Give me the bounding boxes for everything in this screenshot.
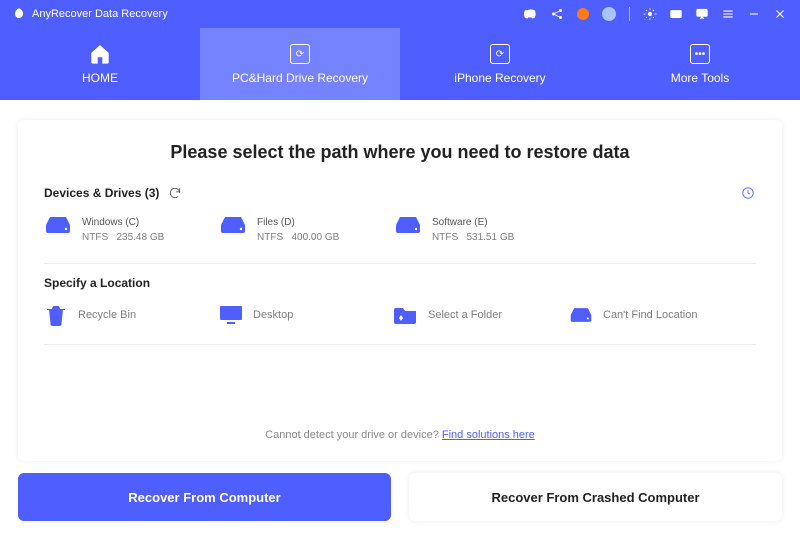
hard-drive-icon [219,215,247,235]
devices-section-header: Devices & Drives (3) [44,185,756,201]
tab-iphone-recovery[interactable]: ⟳ iPhone Recovery [400,28,600,100]
close-icon[interactable] [772,6,788,22]
app-logo-icon [12,7,26,21]
drive-name: Software (E) [432,215,514,230]
devices-section-title: Devices & Drives (3) [44,186,159,200]
drives-list: Windows (C) NTFS 235.48 GB Files (D) NTF… [44,201,756,263]
tab-home[interactable]: HOME [0,28,200,100]
page-headline: Please select the path where you need to… [44,142,756,163]
hint-link[interactable]: Find solutions here [442,429,535,441]
main-card: Please select the path where you need to… [18,120,782,461]
drive-info: Files (D) NTFS 400.00 GB [257,215,339,245]
hint-text: Cannot detect your drive or device? Find… [44,409,756,455]
tab-label: PC&Hard Drive Recovery [232,71,368,85]
location-select-folder[interactable]: Select a Folder [394,304,559,326]
content-area: Please select the path where you need to… [0,100,800,473]
drive-size: 531.51 GB [466,232,514,243]
drive-size: 400.00 GB [291,232,339,243]
recover-from-computer-button[interactable]: Recover From Computer [18,473,391,521]
drive-fs: NTFS [257,232,283,243]
locations-section-title: Specify a Location [44,276,756,290]
settings-gear-icon[interactable] [642,6,658,22]
tab-more-tools[interactable]: ••• More Tools [600,28,800,100]
history-icon[interactable] [740,185,756,201]
app-window: AnyRecover Data Recovery [0,0,800,535]
bottom-action-bar: Recover From Computer Recover From Crash… [0,473,800,535]
minimize-icon[interactable] [746,6,762,22]
location-desktop[interactable]: Desktop [219,304,384,326]
tab-label: iPhone Recovery [454,71,545,85]
drive-item-e[interactable]: Software (E) NTFS 531.51 GB [394,215,559,245]
desktop-icon [219,304,243,326]
drive-item-d[interactable]: Files (D) NTFS 400.00 GB [219,215,384,245]
drive-fs: NTFS [82,232,108,243]
home-icon [89,43,111,65]
titlebar: AnyRecover Data Recovery [0,0,800,28]
location-cant-find[interactable]: Can't Find Location [569,304,734,326]
location-label: Select a Folder [428,309,502,321]
location-label: Desktop [253,309,293,321]
hint-prefix: Cannot detect your drive or device? [265,429,442,441]
app-title: AnyRecover Data Recovery [32,8,168,20]
titlebar-actions [523,6,788,22]
drive-name: Files (D) [257,215,339,230]
more-tools-icon: ••• [689,43,711,65]
location-recycle-bin[interactable]: Recycle Bin [44,304,209,326]
unknown-drive-icon [569,304,593,326]
tab-pc-recovery[interactable]: ⟳ PC&Hard Drive Recovery [200,28,400,100]
drive-info: Windows (C) NTFS 235.48 GB [82,215,164,245]
notification-dot-icon[interactable] [575,6,591,22]
drive-name: Windows (C) [82,215,164,230]
location-label: Can't Find Location [603,309,697,321]
drive-recovery-icon: ⟳ [289,43,311,65]
feedback-icon[interactable] [694,6,710,22]
hard-drive-icon [44,215,72,235]
hard-drive-icon [394,215,422,235]
account-avatar-icon[interactable] [601,6,617,22]
recycle-bin-icon [44,304,68,326]
drive-item-c[interactable]: Windows (C) NTFS 235.48 GB [44,215,209,245]
titlebar-separator [629,7,630,21]
folder-icon [394,304,418,326]
iphone-recovery-icon: ⟳ [489,43,511,65]
tab-label: HOME [82,71,118,85]
nav-tabs: HOME ⟳ PC&Hard Drive Recovery ⟳ iPhone R… [0,28,800,100]
share-icon[interactable] [549,6,565,22]
drive-fs: NTFS [432,232,458,243]
refresh-icon[interactable] [167,185,183,201]
divider [44,344,756,345]
menu-icon[interactable] [720,6,736,22]
tab-label: More Tools [671,71,729,85]
devices-section-title-row: Devices & Drives (3) [44,185,183,201]
drive-info: Software (E) NTFS 531.51 GB [432,215,514,245]
divider [44,263,756,264]
locations-list: Recycle Bin Desktop Select a Folder [44,290,756,344]
mail-icon[interactable] [668,6,684,22]
drive-size: 235.48 GB [116,232,164,243]
discord-icon[interactable] [523,6,539,22]
location-label: Recycle Bin [78,309,136,321]
recover-from-crashed-button[interactable]: Recover From Crashed Computer [409,473,782,521]
